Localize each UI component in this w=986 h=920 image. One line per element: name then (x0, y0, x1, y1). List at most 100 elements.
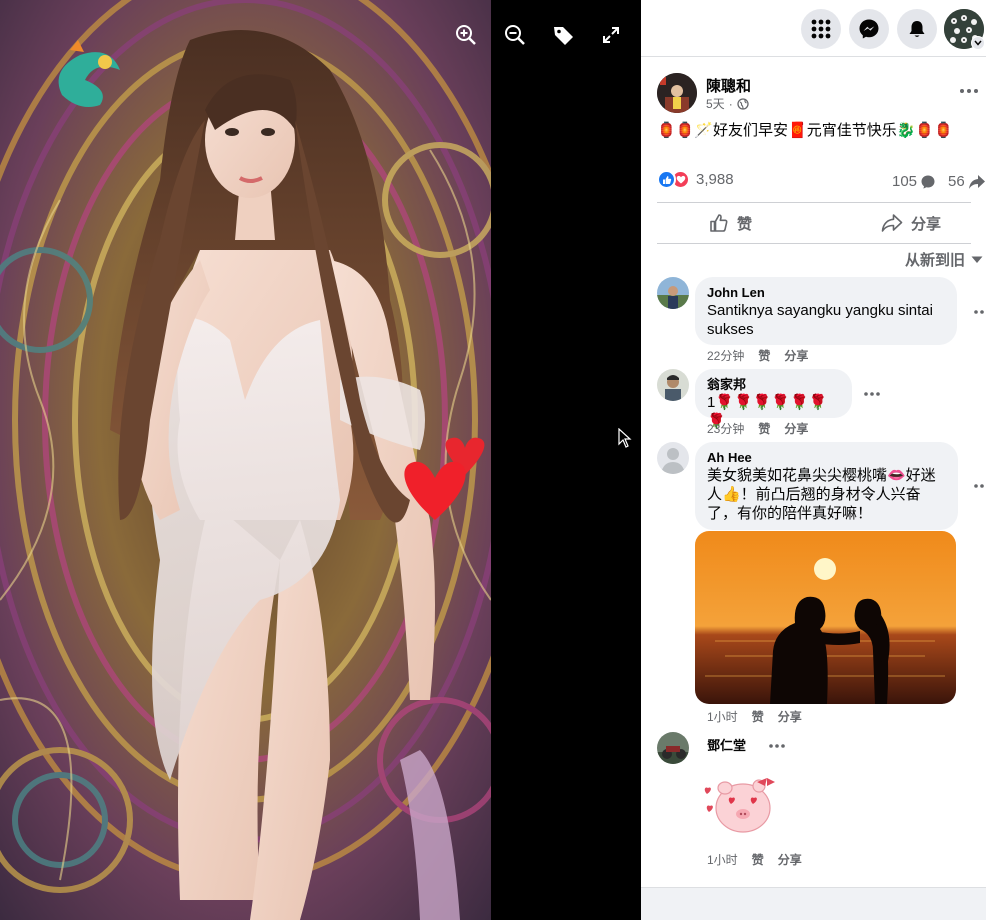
comment-meta: 22分钟 赞 分享 (707, 347, 808, 364)
comment: 翁家邦 1🌹🌹🌹🌹🌹🌹🌹 23分钟 赞 分享 (657, 369, 986, 439)
comment-more-options-button[interactable] (767, 738, 787, 754)
author-name[interactable]: 陳聰和 (706, 75, 751, 96)
post-time-separator: · (728, 96, 733, 111)
post-text: 🏮🏮🪄好友们早安🧧元宵佳节快乐🐉🏮🏮 (657, 122, 953, 139)
comment-like-button[interactable]: 赞 (752, 851, 764, 868)
commenter-name[interactable]: Ah Hee (707, 450, 946, 466)
more-horizontal-icon (960, 89, 978, 93)
commenter-name[interactable]: 翁家邦 (707, 377, 840, 393)
zoom-in-button[interactable] (453, 22, 479, 48)
comment-time[interactable]: 22分钟 (707, 347, 744, 364)
post-header: 陳聰和 5天 · (657, 73, 978, 115)
post-photo[interactable] (0, 0, 491, 920)
mouse-cursor (618, 427, 632, 453)
post-time-text: 5天 (706, 97, 725, 111)
notifications-button[interactable] (897, 9, 937, 49)
comment-more-options-button[interactable] (972, 304, 986, 320)
reaction-count: 3,988 (696, 171, 734, 188)
more-horizontal-icon (974, 484, 984, 488)
photo-viewer (0, 0, 641, 920)
post-timestamp[interactable]: 5天 · (706, 95, 749, 112)
zoom-out-button[interactable] (502, 22, 528, 48)
post-more-options-button[interactable] (957, 81, 981, 101)
comment-bubble: 翁家邦 1🌹🌹🌹🌹🌹🌹🌹 (695, 369, 852, 430)
comment-like-button[interactable]: 赞 (752, 708, 764, 725)
more-horizontal-icon (864, 392, 880, 396)
like-button-label: 赞 (737, 215, 753, 233)
reactions-summary[interactable]: 3,988 (657, 170, 734, 189)
post-stats: 3,988 105 56 (657, 170, 986, 192)
share-button-label: 分享 (911, 215, 942, 233)
comment-time[interactable]: 1小时 (707, 851, 738, 868)
bell-icon (909, 21, 925, 37)
zoom-in-icon (456, 25, 476, 45)
comment-meta: 23分钟 赞 分享 (707, 420, 808, 437)
comment-sort-dropdown[interactable]: 从新到旧 (905, 249, 983, 270)
comment-like-button[interactable]: 赞 (758, 347, 770, 364)
share-count-text: 56 (948, 173, 965, 190)
cursor-arrow-icon (618, 427, 632, 448)
fullscreen-icon (603, 27, 619, 43)
comment-meta: 1小时 赞 分享 (707, 851, 802, 868)
comment-text-line-2: sukses (707, 321, 754, 338)
comment-sort-label: 从新到旧 (905, 252, 966, 269)
commenter-avatar-image (657, 277, 689, 309)
post-panel: 陳聰和 5天 · 🏮🏮🪄好友们早安🧧元宵佳节快乐🐉🏮🏮 3,988 105 56… (641, 0, 986, 920)
like-button[interactable]: 赞 (709, 203, 752, 243)
comment-meta: 1小时 赞 分享 (707, 708, 802, 725)
share-outline-icon (881, 214, 903, 232)
zoom-out-icon (505, 25, 525, 45)
tag-icon (554, 27, 573, 45)
comment-text-line-2: 人👍！前凸后翘的身材令人兴奋 (707, 486, 921, 503)
account-menu-chevron[interactable] (971, 36, 985, 50)
share-count[interactable]: 56 (948, 173, 986, 190)
top-navigation (641, 0, 986, 57)
commenter-avatar[interactable] (657, 442, 689, 474)
default-avatar-icon (657, 442, 689, 474)
commenter-avatar-image (657, 732, 689, 764)
author-avatar-image (657, 73, 697, 113)
messenger-button[interactable] (849, 9, 889, 49)
comment-attached-image[interactable] (695, 531, 956, 704)
chevron-down-icon (974, 40, 982, 46)
comment-more-options-button[interactable] (972, 478, 986, 494)
heart-icon (676, 175, 685, 184)
comment-count-text: 105 (892, 173, 918, 190)
thumbs-up-icon (662, 175, 671, 184)
comment-time[interactable]: 23分钟 (707, 420, 744, 437)
grid-menu-icon (811, 19, 831, 39)
commenter-name[interactable]: John Len (707, 285, 945, 301)
comment: 鄧仁堂 1小时 赞 分享 (657, 732, 986, 872)
fullscreen-button[interactable] (598, 22, 624, 48)
comment: Ah Hee 美女貌美如花鼻尖尖樱桃嘴👄好迷 人👍！前凸后翘的身材令人兴奋 了，… (657, 442, 986, 732)
commenter-avatar[interactable] (657, 732, 689, 764)
comment-share-button[interactable]: 分享 (784, 420, 808, 437)
comment-bubble-icon (921, 175, 935, 189)
comment-time[interactable]: 1小时 (707, 708, 738, 725)
comment-more-options-button[interactable] (862, 386, 882, 402)
comment-like-button[interactable]: 赞 (758, 420, 770, 437)
comment-share-button[interactable]: 分享 (784, 347, 808, 364)
share-button[interactable]: 分享 (881, 203, 941, 243)
pig-sticker (701, 772, 777, 838)
caret-down-icon (971, 256, 983, 263)
comment-bubble: Ah Hee 美女貌美如花鼻尖尖樱桃嘴👄好迷 人👍！前凸后翘的身材令人兴奋 了，… (695, 442, 958, 530)
commenter-avatar[interactable] (657, 369, 689, 401)
comment-count[interactable]: 105 (892, 173, 936, 190)
comment-composer-area (641, 887, 986, 920)
comment-text-line-1: 美女貌美如花鼻尖尖樱桃嘴👄好迷 (707, 467, 936, 484)
comment-share-button[interactable]: 分享 (778, 708, 802, 725)
comment-bubble: John Len Santiknya sayangku yangku sinta… (695, 277, 957, 345)
tag-photo-button[interactable] (550, 22, 576, 48)
more-horizontal-icon (769, 744, 785, 748)
menu-button[interactable] (801, 9, 841, 49)
comment-share-button[interactable]: 分享 (778, 851, 802, 868)
comment-text-line-3: 了，有你的陪伴真好嘛！ (707, 505, 873, 522)
comment-text-line-1: Santiknya sayangku yangku sintai (707, 302, 933, 319)
commenter-avatar[interactable] (657, 277, 689, 309)
share-arrow-icon (968, 174, 985, 189)
author-avatar[interactable] (657, 73, 697, 113)
more-horizontal-icon (974, 310, 984, 314)
commenter-name[interactable]: 鄧仁堂 (707, 738, 746, 754)
comment: John Len Santiknya sayangku yangku sinta… (657, 277, 986, 367)
